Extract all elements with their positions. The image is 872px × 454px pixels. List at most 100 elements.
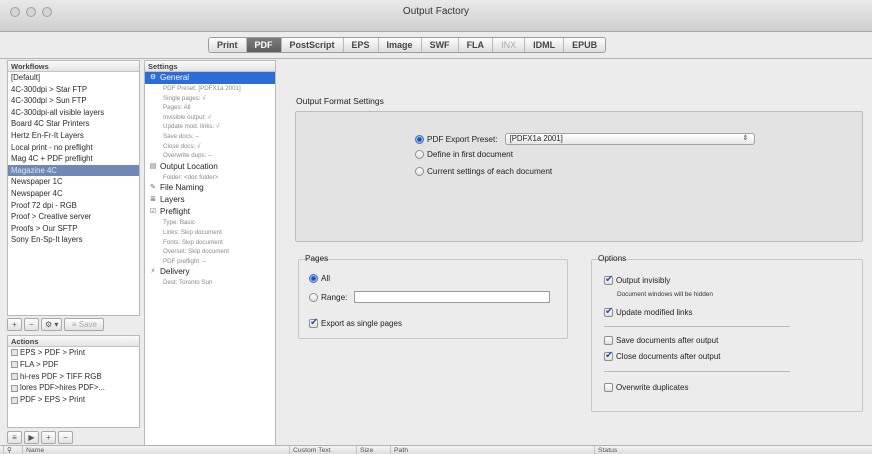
settings-summary-line: PDF preflight: –	[163, 257, 206, 265]
workflow-item[interactable]: [Default]	[8, 72, 139, 84]
action-label: PDF > EPS > Print	[20, 395, 85, 405]
pages-all-label: All	[321, 274, 331, 283]
pdf-preset-value: [PDFX1a 2001]	[509, 134, 563, 143]
title-bar: Output Factory	[0, 0, 872, 32]
options-divider-2	[604, 371, 790, 372]
tab-swf[interactable]: SWF	[421, 38, 459, 52]
workflow-item[interactable]: Local print - no preflight	[8, 142, 139, 154]
workflow-item[interactable]: Proof 72 dpi - RGB	[8, 200, 139, 212]
overwrite-duplicates-checkbox[interactable]	[604, 383, 613, 392]
add-action-button[interactable]: +	[41, 431, 56, 444]
workflow-item[interactable]: Board 4C Star Printers	[8, 118, 139, 130]
pages-all-option[interactable]: All	[309, 274, 330, 283]
close-documents-checkbox[interactable]	[604, 350, 613, 361]
pages-range-input[interactable]	[354, 291, 551, 303]
workflow-item[interactable]: Mag 4C + PDF preflight	[8, 153, 139, 165]
settings-section-output-location[interactable]: ▤ Output Location	[145, 161, 275, 173]
export-single-pages-checkbox[interactable]	[309, 317, 318, 328]
column-header-name[interactable]: Name	[22, 446, 44, 454]
add-workflow-button[interactable]: +	[7, 318, 22, 331]
output-invisibly-option[interactable]: Output invisibly	[604, 274, 671, 285]
popup-arrows-icon: ⇕	[742, 135, 749, 142]
export-single-pages-label: Export as single pages	[321, 319, 402, 328]
settings-section-label: File Naming	[160, 183, 204, 193]
overwrite-duplicates-option[interactable]: Overwrite duplicates	[604, 383, 688, 392]
settings-summary-line: Pages: All	[163, 104, 191, 112]
workflow-item[interactable]: Hertz En-Fr-It Layers	[8, 130, 139, 142]
tab-pdf[interactable]: PDF	[246, 38, 282, 52]
workflow-gear-menu-button[interactable]: ⚙ ▾	[41, 318, 63, 331]
settings-summary-line: Invisible output: √	[163, 113, 212, 121]
define-first-document-radio[interactable]	[415, 150, 424, 159]
settings-section-delivery[interactable]: ⚡ Delivery	[145, 266, 275, 278]
settings-section-label: General	[160, 73, 190, 82]
settings-summary-line: Single pages: √	[163, 94, 206, 102]
tab-eps[interactable]: EPS	[343, 38, 379, 52]
settings-summary-line: Overwrite dups: –	[163, 152, 212, 160]
actions-list-icon[interactable]: ≡	[7, 431, 22, 444]
pdf-export-preset-radio[interactable]	[415, 134, 424, 144]
column-header-status[interactable]: Status	[594, 446, 617, 454]
workflow-item[interactable]: 4C-300dpi > Sun FTP	[8, 95, 139, 107]
pages-range-option[interactable]: Range:	[309, 291, 551, 303]
workflow-item[interactable]: Newspaper 4C	[8, 188, 139, 200]
workflows-list: Workflows [Default] 4C-300dpi > Star FTP 4…	[7, 60, 140, 316]
run-action-button[interactable]: ▶	[24, 431, 39, 444]
export-single-pages-option[interactable]: Export as single pages	[309, 317, 402, 328]
pages-all-radio[interactable]	[309, 274, 318, 283]
workflow-item[interactable]: Sony En-Sp-It layers	[8, 234, 139, 246]
toolbar-divider	[0, 58, 872, 59]
output-factory-window: Output Factory Print PDF PostScript EPS Imag…	[0, 0, 872, 454]
output-invisibly-checkbox[interactable]	[604, 274, 613, 285]
tab-postscript[interactable]: PostScript	[281, 38, 344, 52]
column-header-custom-text[interactable]: Custom Text	[289, 446, 331, 454]
workflow-item[interactable]: Proofs > Our SFTP	[8, 223, 139, 235]
current-settings-option[interactable]: Current settings of each document	[415, 167, 552, 176]
workflow-item[interactable]: Proof > Creative server	[8, 211, 139, 223]
settings-summary-line: Links: Skip document	[163, 228, 222, 236]
action-item[interactable]: EPS > PDF > Print	[8, 347, 139, 359]
update-links-option[interactable]: Update modified links	[604, 306, 692, 317]
tab-idml[interactable]: IDML	[525, 38, 565, 52]
workflow-item[interactable]: 4C-300dpi > Star FTP	[8, 84, 139, 96]
action-item[interactable]: FLA > PDF	[8, 359, 139, 371]
action-item[interactable]: lores PDF>hires PDF>...	[8, 382, 139, 394]
action-item[interactable]: hi-res PDF > TIFF RGB	[8, 371, 139, 383]
pages-range-radio[interactable]	[309, 292, 318, 302]
save-documents-option[interactable]: Save documents after output	[604, 336, 718, 345]
search-column-icon[interactable]: ⚲	[3, 446, 12, 454]
settings-section-preflight[interactable]: ☑ Preflight	[145, 206, 275, 218]
close-documents-option[interactable]: Close documents after output	[604, 350, 721, 361]
tab-epub[interactable]: EPUB	[564, 38, 606, 52]
update-links-checkbox[interactable]	[604, 306, 613, 317]
remove-action-button[interactable]: −	[58, 431, 73, 444]
output-format-title: Output Format Settings	[296, 96, 384, 106]
pdf-export-preset-option[interactable]: PDF Export Preset: [PDFX1a 2001] ⇕	[415, 133, 755, 145]
action-icon	[11, 349, 18, 357]
settings-section-general[interactable]: ⚙ General	[145, 72, 275, 84]
remove-workflow-button[interactable]: −	[24, 318, 39, 331]
save-documents-checkbox[interactable]	[604, 336, 613, 345]
workflow-item[interactable]: 4C-300dpi-all visible layers	[8, 107, 139, 119]
action-item[interactable]: PDF > EPS > Print	[8, 394, 139, 406]
action-label: FLA > PDF	[20, 359, 59, 369]
workflow-item[interactable]: Magazine 4C	[8, 164, 139, 177]
tab-image[interactable]: Image	[378, 38, 422, 52]
settings-summary-line: Update mod. links: √	[163, 123, 220, 131]
pdf-preset-popup[interactable]: [PDFX1a 2001] ⇕	[504, 133, 755, 145]
settings-section-layers[interactable]: ≣ Layers	[145, 194, 275, 206]
column-header-size[interactable]: Size	[356, 446, 373, 454]
current-settings-radio[interactable]	[415, 167, 424, 176]
settings-summary-line: Fonts: Skip document	[163, 238, 223, 246]
output-invisibly-label: Output invisibly	[616, 276, 671, 285]
tab-fla[interactable]: FLA	[458, 38, 494, 52]
current-settings-label: Current settings of each document	[427, 167, 553, 176]
tab-inx: INX	[493, 38, 526, 52]
define-first-document-option[interactable]: Define in first document	[415, 150, 513, 159]
tab-print[interactable]: Print	[209, 38, 247, 52]
column-header-path[interactable]: Path	[390, 446, 408, 454]
delivery-icon: ⚡	[150, 268, 156, 276]
workflow-item[interactable]: Newspaper 1C	[8, 176, 139, 188]
save-workflow-button[interactable]: ≡ Save	[64, 318, 105, 331]
settings-section-file-naming[interactable]: ✎ File Naming	[145, 182, 275, 194]
